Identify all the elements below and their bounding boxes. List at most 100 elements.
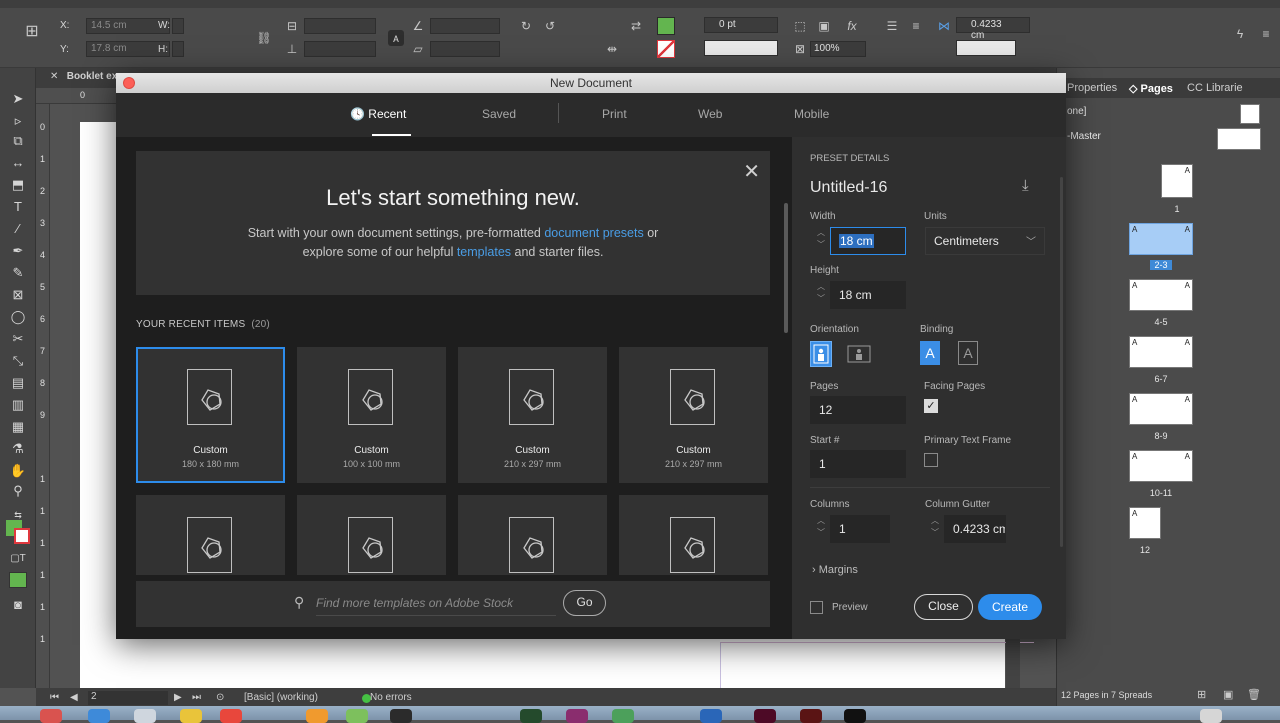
- gutter-field[interactable]: 0.4233 cm: [956, 17, 1030, 41]
- go-button[interactable]: Go: [563, 590, 606, 616]
- frame-fitting-icon[interactable]: ⬚: [792, 18, 808, 34]
- column-gutter-field[interactable]: 0.4233 cm: [944, 515, 1006, 543]
- note-tool-icon[interactable]: ▦: [9, 418, 27, 436]
- dock-app-icon[interactable]: [180, 709, 202, 723]
- dock-app-icon[interactable]: [520, 709, 542, 723]
- preview-checkbox[interactable]: [810, 601, 823, 614]
- page-tool-icon[interactable]: ⧉: [9, 132, 27, 150]
- prev-page-icon[interactable]: ◀: [70, 692, 78, 703]
- columns-stepper[interactable]: ︿ ﹀: [812, 515, 830, 543]
- scissors-tool-icon[interactable]: ✂: [9, 330, 27, 348]
- landscape-button[interactable]: [846, 343, 872, 365]
- dock-app-icon[interactable]: [754, 709, 776, 723]
- quick-apply-icon[interactable]: ϟ: [1232, 26, 1248, 42]
- align-left-icon[interactable]: ☰: [884, 18, 900, 34]
- dock-app-icon[interactable]: [346, 709, 368, 723]
- close-button[interactable]: Close: [914, 594, 973, 620]
- page-thumb[interactable]: A: [1161, 164, 1193, 198]
- height-field[interactable]: 18 cm: [830, 281, 906, 309]
- direct-selection-tool-icon[interactable]: ▹: [9, 112, 27, 130]
- dock-app-icon[interactable]: [390, 709, 412, 723]
- dock-trash-icon[interactable]: [1200, 709, 1222, 723]
- columns-field[interactable]: 1: [830, 515, 890, 543]
- hand-tool-icon[interactable]: ✋: [9, 462, 27, 480]
- rectangle-frame-tool-icon[interactable]: ⊠: [9, 286, 27, 304]
- zoom-tool-icon[interactable]: ⚲: [9, 482, 27, 500]
- recent-item-card[interactable]: [619, 495, 768, 575]
- gradient-swatch-tool-icon[interactable]: ▤: [9, 374, 27, 392]
- dock-app-icon[interactable]: [40, 709, 62, 723]
- preflight-errors[interactable]: No errors: [370, 692, 412, 703]
- window-close-button[interactable]: [123, 77, 135, 89]
- start-page-field[interactable]: 1: [810, 450, 906, 478]
- dock-app-icon[interactable]: [844, 709, 866, 723]
- stroke-type-select[interactable]: [704, 40, 778, 56]
- gap-tool-icon[interactable]: ↔: [9, 154, 27, 172]
- tab-print[interactable]: Print: [602, 107, 627, 121]
- document-name-field[interactable]: Untitled-16: [810, 179, 887, 197]
- details-scrollbar[interactable]: [1060, 177, 1063, 547]
- rotate-field[interactable]: [430, 18, 500, 34]
- dock-app-icon[interactable]: [134, 709, 156, 723]
- effects-icon[interactable]: fx: [844, 18, 860, 34]
- tab-recent[interactable]: 🕓 Recent: [350, 107, 406, 121]
- stroke-weight-field[interactable]: 0 pt: [704, 17, 778, 33]
- recent-item-card[interactable]: Custom 180 x 180 mm: [136, 347, 285, 483]
- tab-cc-libraries[interactable]: CC Librarie: [1187, 82, 1243, 94]
- screen-mode-icon[interactable]: ◙: [9, 596, 27, 614]
- dock-app-icon[interactable]: [700, 709, 722, 723]
- selection-tool-icon[interactable]: ➤: [9, 90, 27, 108]
- constrain-scale-icon[interactable]: ᴀ: [388, 30, 404, 46]
- facing-pages-checkbox[interactable]: ✓: [924, 399, 938, 413]
- scale-y-field[interactable]: [304, 41, 376, 57]
- next-page-icon[interactable]: ▶: [174, 692, 182, 703]
- panel-menu-icon[interactable]: ≡: [1258, 26, 1274, 42]
- portrait-button[interactable]: [810, 341, 832, 367]
- shear-field[interactable]: [430, 41, 500, 57]
- dock-app-icon[interactable]: [88, 709, 110, 723]
- templates-link[interactable]: templates: [457, 245, 511, 259]
- save-preset-icon[interactable]: ⤓: [1022, 177, 1029, 194]
- ellipse-tool-icon[interactable]: ◯: [9, 308, 27, 326]
- stroke-color-box[interactable]: [14, 528, 30, 544]
- stock-search-input[interactable]: Find more templates on Adobe Stock: [316, 596, 513, 610]
- eyedropper-tool-icon[interactable]: ⚗: [9, 440, 27, 458]
- a-master-label[interactable]: -Master: [1067, 131, 1101, 142]
- scale-x-field[interactable]: [304, 18, 376, 34]
- dock-app-icon[interactable]: [566, 709, 588, 723]
- frame-fit-icon[interactable]: ▣: [816, 18, 832, 34]
- margins-toggle[interactable]: › Margins: [812, 564, 858, 576]
- line-tool-icon[interactable]: ∕: [9, 220, 27, 238]
- reference-point-icon[interactable]: ⊞: [24, 24, 40, 40]
- flip-h-icon[interactable]: ⇹: [604, 41, 620, 57]
- dock-app-icon[interactable]: [800, 709, 822, 723]
- gradient-feather-tool-icon[interactable]: ▥: [9, 396, 27, 414]
- width-stepper[interactable]: ︿ ﹀: [812, 227, 830, 255]
- recent-item-card[interactable]: [136, 495, 285, 575]
- tab-mobile[interactable]: Mobile: [794, 107, 829, 121]
- delete-page-icon[interactable]: 🗑: [1247, 688, 1261, 701]
- content-collector-icon[interactable]: ⬒: [9, 176, 27, 194]
- pen-tool-icon[interactable]: ✒: [9, 242, 27, 260]
- spread-thumb[interactable]: AA: [1129, 279, 1193, 311]
- binding-left-button[interactable]: A: [920, 341, 940, 365]
- first-page-icon[interactable]: ⏮: [50, 692, 59, 703]
- pencil-tool-icon[interactable]: ✎: [9, 264, 27, 282]
- rotate-ccw-icon[interactable]: ↺: [542, 18, 558, 34]
- create-button[interactable]: Create: [978, 594, 1042, 620]
- units-select[interactable]: Centimeters ﹀: [925, 227, 1045, 255]
- tab-pages[interactable]: ◇ Pages: [1129, 82, 1173, 95]
- new-page-icon[interactable]: ▣: [1223, 688, 1233, 701]
- none-master-label[interactable]: one]: [1067, 106, 1086, 117]
- none-master-thumb[interactable]: [1240, 104, 1260, 124]
- recent-item-card[interactable]: Custom 210 x 297 mm: [619, 347, 768, 483]
- spread-thumb-selected[interactable]: AA: [1129, 223, 1193, 255]
- constrain-link-icon[interactable]: ⛓: [256, 30, 272, 46]
- tab-web[interactable]: Web: [698, 107, 722, 121]
- primary-text-frame-checkbox[interactable]: [924, 453, 938, 467]
- close-banner-icon[interactable]: ✕: [743, 159, 760, 184]
- spread-thumb[interactable]: AA: [1129, 336, 1193, 368]
- opacity-field[interactable]: 100%: [810, 41, 866, 57]
- h-stepper[interactable]: [172, 41, 184, 57]
- spread-thumb[interactable]: AA: [1129, 450, 1193, 482]
